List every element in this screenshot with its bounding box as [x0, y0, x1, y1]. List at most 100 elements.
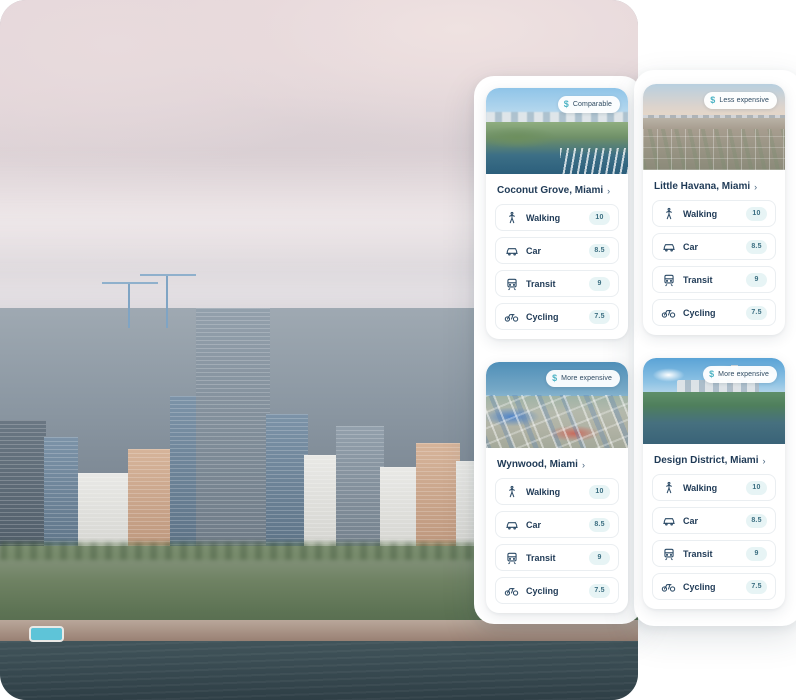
- metric-row-cycling[interactable]: Cycling 7.5: [495, 303, 619, 330]
- cycling-icon: [661, 579, 676, 594]
- dollar-icon: $: [563, 99, 569, 109]
- neighborhood-card[interactable]: $ Comparable Coconut Grove, Miami › Walk…: [486, 88, 628, 339]
- chevron-right-icon: ›: [762, 455, 766, 466]
- chevron-right-icon: ›: [581, 459, 585, 470]
- badge-label: More expensive: [718, 371, 769, 378]
- metric-row-car[interactable]: Car 8.5: [652, 507, 776, 534]
- badge-label: More expensive: [561, 375, 612, 382]
- chevron-right-icon: ›: [607, 185, 611, 196]
- cycling-icon: [504, 583, 519, 598]
- metric-row-car[interactable]: Car 8.5: [495, 237, 619, 264]
- chevron-right-icon: ›: [754, 181, 758, 192]
- metric-label: Cycling: [526, 585, 559, 596]
- card-title[interactable]: Little Havana, Miami ›: [643, 170, 785, 200]
- card-thumbnail: $ More expensive: [486, 362, 628, 448]
- price-comparison-badge: $ More expensive: [546, 370, 620, 387]
- metric-row-cycling[interactable]: Cycling 7.5: [652, 299, 776, 326]
- metric-row-transit[interactable]: Transit 9: [652, 266, 776, 293]
- neighborhood-cards: $ Comparable Coconut Grove, Miami › Walk…: [0, 0, 796, 700]
- metric-row-car[interactable]: Car 8.5: [495, 511, 619, 538]
- card-title-text: Little Havana, Miami: [654, 181, 751, 192]
- metric-row-cycling[interactable]: Cycling 7.5: [495, 577, 619, 604]
- dollar-icon: $: [710, 95, 716, 105]
- transit-icon: [661, 272, 676, 287]
- metric-row-transit[interactable]: Transit 9: [652, 540, 776, 567]
- badge-label: Less expensive: [719, 97, 769, 104]
- neighborhood-card[interactable]: $ More expensive Wynwood, Miami › Walkin…: [486, 362, 628, 613]
- dollar-icon: $: [709, 369, 715, 379]
- metric-label: Car: [526, 519, 542, 530]
- metric-score: 8.5: [746, 239, 767, 254]
- metric-row-transit[interactable]: Transit 9: [495, 544, 619, 571]
- transit-icon: [504, 276, 519, 291]
- walking-icon: [504, 484, 519, 499]
- neighborhood-card[interactable]: $ Less expensive Little Havana, Miami › …: [643, 84, 785, 335]
- metric-label: Cycling: [526, 311, 559, 322]
- metric-row-walking[interactable]: Walking 10: [495, 478, 619, 505]
- cycling-icon: [661, 305, 676, 320]
- card-title[interactable]: Wynwood, Miami ›: [486, 448, 628, 478]
- metric-label: Transit: [526, 552, 556, 563]
- card-thumbnail: $ More expensive: [643, 358, 785, 444]
- metric-score: 7.5: [589, 309, 610, 324]
- card-title[interactable]: Coconut Grove, Miami ›: [486, 174, 628, 204]
- metric-rows: Walking 10 Car 8.5 Transit 9 Cycling 7.5: [643, 200, 785, 326]
- metric-score: 8.5: [589, 243, 610, 258]
- metric-score: 9: [589, 550, 610, 565]
- car-icon: [504, 517, 519, 532]
- metric-score: 7.5: [746, 579, 767, 594]
- price-comparison-badge: $ More expensive: [703, 366, 777, 383]
- metric-score: 10: [589, 210, 610, 225]
- metric-label: Car: [526, 245, 542, 256]
- metric-label: Walking: [526, 486, 561, 497]
- car-icon: [661, 513, 676, 528]
- price-comparison-badge: $ Less expensive: [704, 92, 777, 109]
- transit-icon: [661, 546, 676, 561]
- car-icon: [504, 243, 519, 258]
- metric-row-walking[interactable]: Walking 10: [652, 474, 776, 501]
- cycling-icon: [504, 309, 519, 324]
- metric-score: 8.5: [589, 517, 610, 532]
- metric-label: Transit: [683, 548, 713, 559]
- metric-label: Walking: [683, 482, 718, 493]
- metric-score: 9: [589, 276, 610, 291]
- card-title-text: Coconut Grove, Miami: [497, 185, 604, 196]
- metric-row-transit[interactable]: Transit 9: [495, 270, 619, 297]
- metric-row-walking[interactable]: Walking 10: [652, 200, 776, 227]
- metric-score: 10: [746, 480, 767, 495]
- metric-label: Transit: [683, 274, 713, 285]
- metric-score: 9: [746, 272, 767, 287]
- neighborhood-card[interactable]: $ More expensive Design District, Miami …: [643, 358, 785, 609]
- metric-label: Cycling: [683, 307, 716, 318]
- metric-label: Transit: [526, 278, 556, 289]
- metric-rows: Walking 10 Car 8.5 Transit 9 Cycling 7.5: [643, 474, 785, 600]
- badge-label: Comparable: [572, 101, 612, 108]
- walking-icon: [661, 206, 676, 221]
- metric-score: 10: [746, 206, 767, 221]
- metric-row-walking[interactable]: Walking 10: [495, 204, 619, 231]
- metric-label: Walking: [526, 212, 561, 223]
- card-thumbnail: $ Comparable: [486, 88, 628, 174]
- metric-score: 8.5: [746, 513, 767, 528]
- metric-score: 9: [746, 546, 767, 561]
- walking-icon: [504, 210, 519, 225]
- metric-label: Walking: [683, 208, 718, 219]
- metric-label: Car: [683, 515, 699, 526]
- card-title-text: Design District, Miami: [654, 455, 759, 466]
- metric-label: Cycling: [683, 581, 716, 592]
- price-comparison-badge: $ Comparable: [557, 96, 620, 113]
- metric-row-cycling[interactable]: Cycling 7.5: [652, 573, 776, 600]
- metric-rows: Walking 10 Car 8.5 Transit 9 Cycling 7.5: [486, 204, 628, 330]
- metric-score: 10: [589, 484, 610, 499]
- metric-row-car[interactable]: Car 8.5: [652, 233, 776, 260]
- metric-rows: Walking 10 Car 8.5 Transit 9 Cycling 7.5: [486, 478, 628, 604]
- card-title[interactable]: Design District, Miami ›: [643, 444, 785, 474]
- metric-score: 7.5: [589, 583, 610, 598]
- card-title-text: Wynwood, Miami: [497, 459, 578, 470]
- car-icon: [661, 239, 676, 254]
- card-thumbnail: $ Less expensive: [643, 84, 785, 170]
- metric-label: Car: [683, 241, 699, 252]
- screenshot-root: $ Comparable Coconut Grove, Miami › Walk…: [0, 0, 796, 700]
- walking-icon: [661, 480, 676, 495]
- dollar-icon: $: [552, 373, 558, 383]
